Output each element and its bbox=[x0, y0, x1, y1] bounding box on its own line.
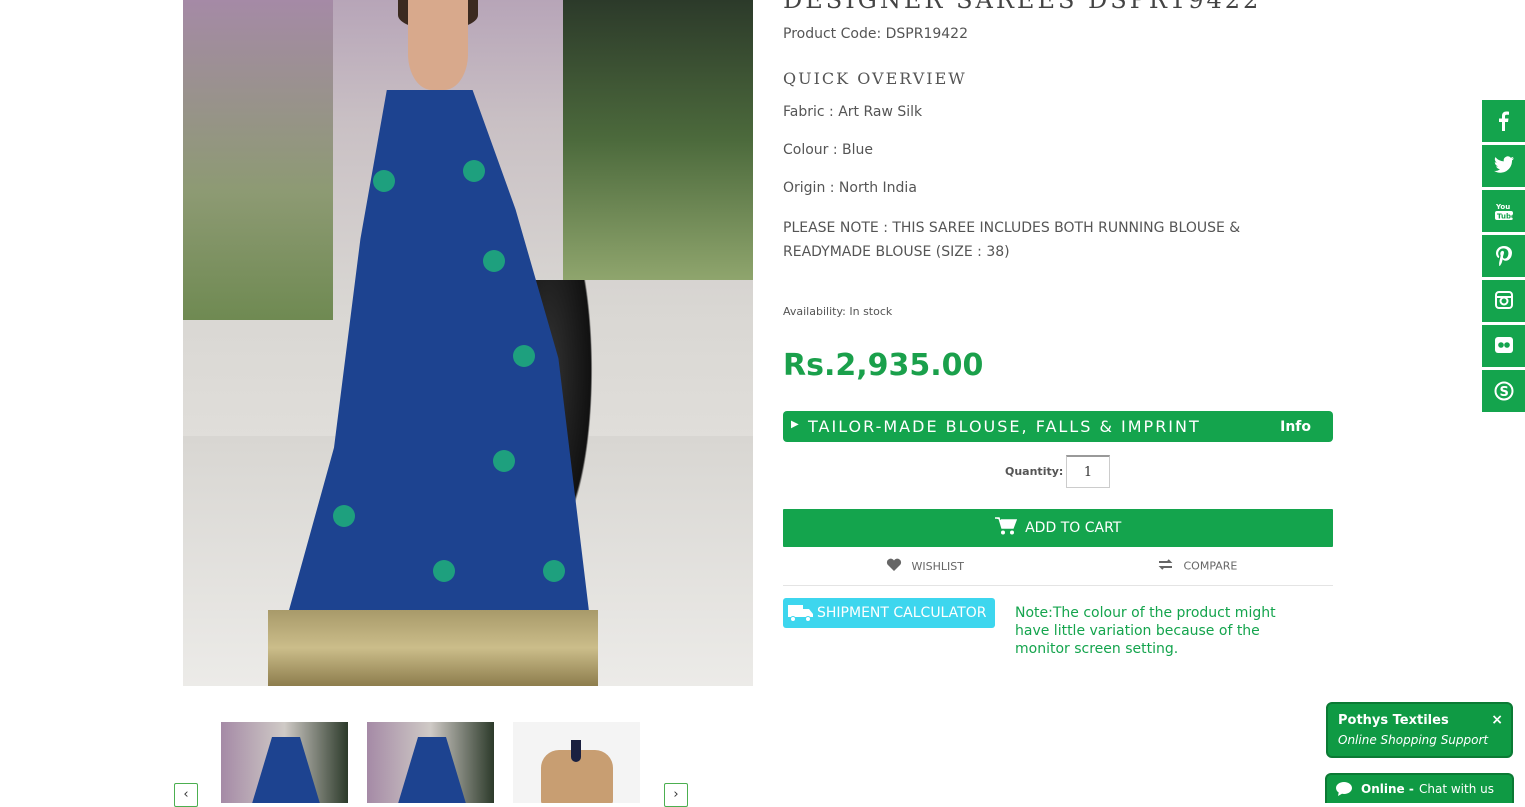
thumbnail-saree bbox=[251, 737, 321, 803]
product-main-image[interactable] bbox=[183, 0, 753, 686]
thumbnail-prev-button[interactable]: ‹ bbox=[174, 783, 198, 807]
saree-motif bbox=[513, 345, 535, 367]
caret-right-icon: ▶ bbox=[791, 419, 799, 430]
saree-motif bbox=[483, 250, 505, 272]
wishlist-link[interactable]: WISHLIST bbox=[886, 558, 964, 575]
model-face bbox=[408, 0, 468, 90]
pinterest-icon bbox=[1495, 246, 1512, 267]
heart-icon bbox=[886, 558, 902, 575]
saree-motif bbox=[373, 170, 395, 192]
skype-link[interactable]: S bbox=[1482, 370, 1525, 412]
product-title: DESIGNER SAREES DSPR19422 bbox=[783, 0, 1262, 14]
quantity-label: Quantity: bbox=[1005, 465, 1064, 478]
fabric-spec: Fabric : Art Raw Silk bbox=[783, 104, 923, 120]
compare-link[interactable]: COMPARE bbox=[1157, 558, 1237, 574]
thumbnail-saree bbox=[397, 737, 467, 803]
colour-variation-note: Note:The colour of the product might hav… bbox=[1015, 605, 1276, 657]
instagram-icon bbox=[1494, 291, 1513, 309]
add-to-cart-label: ADD TO CART bbox=[1025, 520, 1122, 536]
shipment-calculator-label: SHIPMENT CALCULATOR bbox=[817, 605, 987, 621]
quick-overview-heading: QUICK OVERVIEW bbox=[783, 69, 967, 88]
shipment-calculator-button[interactable]: SHIPMENT CALCULATOR bbox=[783, 598, 995, 628]
thumbnail-next-button[interactable]: › bbox=[664, 783, 688, 807]
close-icon[interactable]: × bbox=[1491, 712, 1503, 728]
twitter-link[interactable] bbox=[1482, 145, 1525, 187]
pinterest-link[interactable] bbox=[1482, 235, 1525, 277]
saree-motif bbox=[433, 560, 455, 582]
youtube-link[interactable]: You Tube bbox=[1482, 190, 1525, 232]
cart-icon bbox=[994, 517, 1017, 539]
chat-bar[interactable]: Online - Chat with us bbox=[1325, 773, 1514, 803]
thumbnail-1[interactable] bbox=[221, 722, 348, 803]
svg-text:S: S bbox=[1499, 385, 1508, 400]
origin-spec: Origin : North India bbox=[783, 180, 917, 196]
product-code: Product Code: DSPR19422 bbox=[783, 26, 968, 42]
saree-motif bbox=[493, 450, 515, 472]
tailor-info-link[interactable]: Info bbox=[1280, 419, 1311, 435]
speech-bubble-icon bbox=[1335, 781, 1353, 800]
blouse-note: PLEASE NOTE : THIS SAREE INCLUDES BOTH R… bbox=[783, 220, 1241, 260]
flickr-link[interactable] bbox=[1482, 325, 1525, 367]
svg-text:You: You bbox=[1495, 203, 1510, 211]
chevron-left-icon: ‹ bbox=[183, 787, 189, 802]
colour-spec: Colour : Blue bbox=[783, 142, 874, 158]
image-background-right bbox=[563, 0, 753, 280]
instagram-link[interactable] bbox=[1482, 280, 1525, 322]
truck-icon bbox=[788, 603, 814, 627]
compare-label: COMPARE bbox=[1183, 559, 1238, 573]
thumbnail-tassel bbox=[571, 740, 581, 762]
tailor-made-toggle[interactable]: ▶ TAILOR-MADE BLOUSE, FALLS & IMPRINT In… bbox=[783, 411, 1333, 442]
wishlist-label: WISHLIST bbox=[911, 560, 964, 573]
chat-invite-box[interactable]: Pothys Textiles Online Shopping Support … bbox=[1326, 702, 1513, 758]
chat-online-status: Online - bbox=[1361, 782, 1414, 796]
facebook-icon bbox=[1498, 111, 1509, 131]
thumbnail-3[interactable] bbox=[513, 722, 640, 803]
chat-support-text: Online Shopping Support bbox=[1338, 733, 1489, 747]
saree-motif bbox=[543, 560, 565, 582]
tailor-made-label: TAILOR-MADE BLOUSE, FALLS & IMPRINT bbox=[808, 417, 1201, 436]
saree-motif bbox=[463, 160, 485, 182]
compare-arrows-icon bbox=[1157, 558, 1174, 574]
saree-motif bbox=[333, 505, 355, 527]
chat-message: Chat with us bbox=[1419, 782, 1494, 796]
skype-icon: S bbox=[1494, 381, 1513, 401]
youtube-icon: You Tube bbox=[1494, 203, 1516, 221]
twitter-icon bbox=[1493, 156, 1514, 173]
chevron-right-icon: › bbox=[673, 787, 679, 802]
product-price: Rs.2,935.00 bbox=[783, 348, 984, 383]
svg-text:Tube: Tube bbox=[1497, 213, 1513, 221]
availability-status: Availability: In stock bbox=[783, 305, 893, 318]
image-background-left bbox=[183, 0, 333, 320]
divider bbox=[783, 585, 1333, 586]
chat-company-name: Pothys Textiles bbox=[1338, 713, 1449, 728]
flickr-icon bbox=[1494, 337, 1513, 353]
saree-border bbox=[268, 610, 598, 686]
facebook-link[interactable] bbox=[1482, 100, 1525, 142]
quantity-input[interactable] bbox=[1066, 455, 1110, 488]
thumbnail-2[interactable] bbox=[367, 722, 494, 803]
add-to-cart-button[interactable]: ADD TO CART bbox=[783, 509, 1333, 547]
